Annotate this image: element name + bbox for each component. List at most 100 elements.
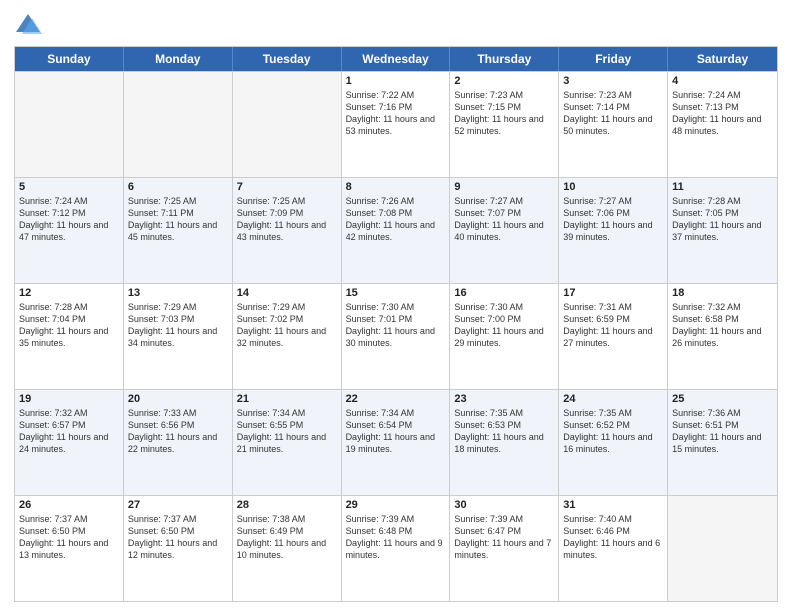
cell-info: Sunset: 7:03 PM bbox=[128, 313, 228, 325]
logo bbox=[14, 10, 46, 38]
day-number: 22 bbox=[346, 393, 446, 405]
day-number: 24 bbox=[563, 393, 663, 405]
cell-info: Daylight: 11 hours and 29 minutes. bbox=[454, 325, 554, 349]
cell-info: Daylight: 11 hours and 10 minutes. bbox=[237, 537, 337, 561]
cal-header-tuesday: Tuesday bbox=[233, 47, 342, 71]
cell-info: Sunrise: 7:32 AM bbox=[19, 407, 119, 419]
cell-info: Sunrise: 7:28 AM bbox=[672, 195, 773, 207]
cell-info: Sunset: 7:00 PM bbox=[454, 313, 554, 325]
day-number: 8 bbox=[346, 181, 446, 193]
cell-info: Sunrise: 7:25 AM bbox=[128, 195, 228, 207]
cal-header-thursday: Thursday bbox=[450, 47, 559, 71]
cell-info: Daylight: 11 hours and 18 minutes. bbox=[454, 431, 554, 455]
cell-info: Sunrise: 7:36 AM bbox=[672, 407, 773, 419]
cell-info: Daylight: 11 hours and 53 minutes. bbox=[346, 113, 446, 137]
day-number: 21 bbox=[237, 393, 337, 405]
cell-info: Sunrise: 7:32 AM bbox=[672, 301, 773, 313]
cell-info: Sunset: 6:50 PM bbox=[128, 525, 228, 537]
cell-info: Sunset: 7:13 PM bbox=[672, 101, 773, 113]
day-number: 7 bbox=[237, 181, 337, 193]
day-number: 18 bbox=[672, 287, 773, 299]
cell-info: Sunset: 6:47 PM bbox=[454, 525, 554, 537]
cell-info: Sunrise: 7:25 AM bbox=[237, 195, 337, 207]
cell-info: Daylight: 11 hours and 32 minutes. bbox=[237, 325, 337, 349]
cal-week-row: 12Sunrise: 7:28 AMSunset: 7:04 PMDayligh… bbox=[15, 283, 777, 389]
cell-info: Sunrise: 7:37 AM bbox=[19, 513, 119, 525]
cal-week-row: 1Sunrise: 7:22 AMSunset: 7:16 PMDaylight… bbox=[15, 71, 777, 177]
cal-header-saturday: Saturday bbox=[668, 47, 777, 71]
cell-info: Daylight: 11 hours and 34 minutes. bbox=[128, 325, 228, 349]
cell-info: Sunrise: 7:31 AM bbox=[563, 301, 663, 313]
cell-info: Sunset: 6:51 PM bbox=[672, 419, 773, 431]
cell-info: Daylight: 11 hours and 43 minutes. bbox=[237, 219, 337, 243]
day-number: 9 bbox=[454, 181, 554, 193]
cal-cell: 15Sunrise: 7:30 AMSunset: 7:01 PMDayligh… bbox=[342, 284, 451, 389]
cal-cell: 14Sunrise: 7:29 AMSunset: 7:02 PMDayligh… bbox=[233, 284, 342, 389]
cell-info: Sunrise: 7:38 AM bbox=[237, 513, 337, 525]
cell-info: Sunrise: 7:24 AM bbox=[19, 195, 119, 207]
day-number: 15 bbox=[346, 287, 446, 299]
cell-info: Sunset: 7:15 PM bbox=[454, 101, 554, 113]
cell-info: Sunset: 6:46 PM bbox=[563, 525, 663, 537]
cal-cell: 20Sunrise: 7:33 AMSunset: 6:56 PMDayligh… bbox=[124, 390, 233, 495]
day-number: 26 bbox=[19, 499, 119, 511]
cell-info: Sunset: 6:57 PM bbox=[19, 419, 119, 431]
cal-cell bbox=[15, 72, 124, 177]
day-number: 30 bbox=[454, 499, 554, 511]
cell-info: Daylight: 11 hours and 35 minutes. bbox=[19, 325, 119, 349]
day-number: 13 bbox=[128, 287, 228, 299]
cell-info: Sunset: 7:09 PM bbox=[237, 207, 337, 219]
day-number: 12 bbox=[19, 287, 119, 299]
cell-info: Daylight: 11 hours and 52 minutes. bbox=[454, 113, 554, 137]
calendar: SundayMondayTuesdayWednesdayThursdayFrid… bbox=[14, 46, 778, 602]
cell-info: Sunrise: 7:29 AM bbox=[237, 301, 337, 313]
day-number: 6 bbox=[128, 181, 228, 193]
cell-info: Sunset: 7:08 PM bbox=[346, 207, 446, 219]
cal-header-friday: Friday bbox=[559, 47, 668, 71]
cell-info: Sunrise: 7:37 AM bbox=[128, 513, 228, 525]
cell-info: Sunset: 6:56 PM bbox=[128, 419, 228, 431]
logo-icon bbox=[14, 10, 42, 38]
cal-cell: 13 Sunrise: 7:29 AMSunset: 7:03 PMDayligh… bbox=[124, 284, 233, 389]
cell-info: Daylight: 11 hours and 30 minutes. bbox=[346, 325, 446, 349]
cell-info: Daylight: 11 hours and 47 minutes. bbox=[19, 219, 119, 243]
cell-info: Sunrise: 7:28 AM bbox=[19, 301, 119, 313]
cal-cell: 11Sunrise: 7:28 AMSunset: 7:05 PMDayligh… bbox=[668, 178, 777, 283]
cell-info: Sunset: 7:04 PM bbox=[19, 313, 119, 325]
day-number: 2 bbox=[454, 75, 554, 87]
cell-info: Sunrise: 7:22 AM bbox=[346, 89, 446, 101]
cell-info: Daylight: 11 hours and 50 minutes. bbox=[563, 113, 663, 137]
cell-info: Daylight: 11 hours and 19 minutes. bbox=[346, 431, 446, 455]
page-header bbox=[14, 10, 778, 38]
cell-info: Sunrise: 7:33 AM bbox=[128, 407, 228, 419]
cell-info: Sunset: 7:16 PM bbox=[346, 101, 446, 113]
cal-cell: 31Sunrise: 7:40 AMSunset: 6:46 PMDayligh… bbox=[559, 496, 668, 601]
cell-info: Sunset: 7:01 PM bbox=[346, 313, 446, 325]
cell-info: Sunrise: 7:23 AM bbox=[563, 89, 663, 101]
day-number: 23 bbox=[454, 393, 554, 405]
cal-cell: 8Sunrise: 7:26 AMSunset: 7:08 PMDaylight… bbox=[342, 178, 451, 283]
cal-cell bbox=[668, 496, 777, 601]
cell-info: Daylight: 11 hours and 15 minutes. bbox=[672, 431, 773, 455]
cell-info: Daylight: 11 hours and 24 minutes. bbox=[19, 431, 119, 455]
cal-cell: 27Sunrise: 7:37 AMSunset: 6:50 PMDayligh… bbox=[124, 496, 233, 601]
cell-info: Sunset: 6:53 PM bbox=[454, 419, 554, 431]
day-number: 19 bbox=[19, 393, 119, 405]
cell-info: Sunrise: 7:29 AM bbox=[128, 301, 228, 313]
cell-info: Sunrise: 7:24 AM bbox=[672, 89, 773, 101]
day-number: 31 bbox=[563, 499, 663, 511]
cell-info: Daylight: 11 hours and 16 minutes. bbox=[563, 431, 663, 455]
day-number: 17 bbox=[563, 287, 663, 299]
cell-info: Sunrise: 7:35 AM bbox=[563, 407, 663, 419]
cal-cell: 5Sunrise: 7:24 AMSunset: 7:12 PMDaylight… bbox=[15, 178, 124, 283]
cal-week-row: 19Sunrise: 7:32 AMSunset: 6:57 PMDayligh… bbox=[15, 389, 777, 495]
cal-cell: 6Sunrise: 7:25 AMSunset: 7:11 PMDaylight… bbox=[124, 178, 233, 283]
cal-cell: 29Sunrise: 7:39 AMSunset: 6:48 PMDayligh… bbox=[342, 496, 451, 601]
cal-cell: 17Sunrise: 7:31 AMSunset: 6:59 PMDayligh… bbox=[559, 284, 668, 389]
day-number: 20 bbox=[128, 393, 228, 405]
cell-info: Sunset: 7:02 PM bbox=[237, 313, 337, 325]
cell-info: Sunset: 7:05 PM bbox=[672, 207, 773, 219]
cell-info: Daylight: 11 hours and 40 minutes. bbox=[454, 219, 554, 243]
day-number: 16 bbox=[454, 287, 554, 299]
cell-info: Sunrise: 7:34 AM bbox=[346, 407, 446, 419]
